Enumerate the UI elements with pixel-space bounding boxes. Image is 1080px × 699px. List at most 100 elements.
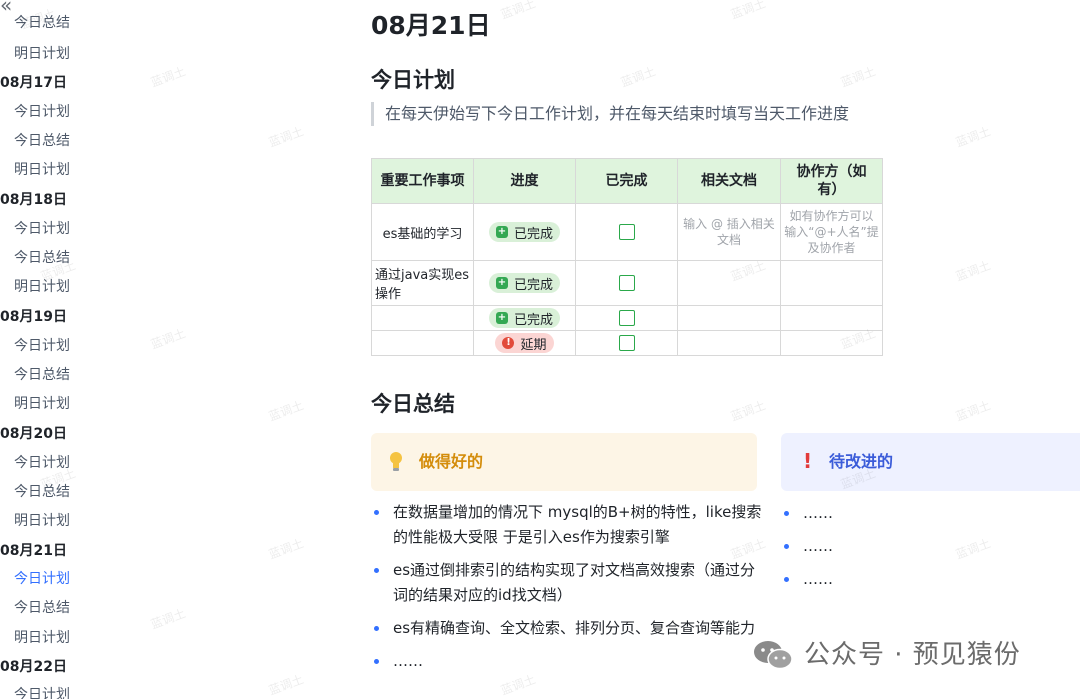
sidebar-item-summary[interactable]: 今日总结 <box>14 483 70 501</box>
list-item[interactable]: …… <box>371 649 763 674</box>
exclamation-icon: ! <box>803 449 813 473</box>
wechat-account-name: 公众号 · 预见猿份 <box>804 640 1021 670</box>
collab-cell[interactable] <box>780 260 883 306</box>
doc-hint: 输入 @ 插入相关文档 <box>683 217 775 247</box>
doc-cell[interactable]: 输入 @ 插入相关文档 <box>677 203 781 261</box>
task-cell[interactable]: es基础的学习 <box>371 203 474 261</box>
plan-quote: 在每天伊始写下今日工作计划，并在每天结束时填写当天工作进度 <box>371 102 849 126</box>
status-done-icon: + <box>495 277 508 289</box>
column-header: 协作方（如有） <box>780 158 883 204</box>
watermark: 蓝调土 <box>266 398 306 424</box>
sidebar-date-0822[interactable]: 08月22日 <box>0 658 67 676</box>
column-header: 进度 <box>473 158 576 204</box>
wechat-icon <box>754 641 793 670</box>
task-cell[interactable] <box>371 330 474 356</box>
sidebar-item-plan[interactable]: 今日计划 <box>14 103 70 121</box>
collab-cell[interactable] <box>780 330 883 356</box>
plan-table: 重要工作事项 进度 已完成 相关文档 协作方（如有） es基础的学习 + 已完成 … <box>371 158 883 356</box>
done-checkbox[interactable] <box>618 224 635 240</box>
list-item[interactable]: …… <box>781 567 1080 592</box>
good-callout[interactable]: 做得好的 <box>371 433 757 491</box>
table-row: + 已完成 <box>371 305 883 331</box>
column-header: 已完成 <box>575 158 678 204</box>
status-done-icon: + <box>495 312 508 324</box>
list-item[interactable]: …… <box>781 501 1080 526</box>
sidebar-date-0817[interactable]: 08月17日 <box>0 74 67 92</box>
list-item[interactable]: 在数据量增加的情况下 mysql的B+树的特性，like搜索的性能极大受限 于是… <box>371 500 763 550</box>
sidebar-date-0821[interactable]: 08月21日 <box>0 542 67 560</box>
done-cell <box>575 203 678 261</box>
status-cell[interactable]: ! 延期 <box>473 330 576 356</box>
status-cell[interactable]: + 已完成 <box>473 260 576 306</box>
sidebar-date-0819[interactable]: 08月19日 <box>0 308 67 326</box>
sidebar-item-summary[interactable]: 今日总结 <box>14 599 70 617</box>
sidebar-date-0820[interactable]: 08月20日 <box>0 425 67 443</box>
status-cell[interactable]: + 已完成 <box>473 305 576 331</box>
watermark: 蓝调土 <box>148 606 188 632</box>
sidebar-item-tomorrow-plan[interactable]: 明日计划 <box>14 512 70 530</box>
sidebar-item-summary[interactable]: 今日总结 <box>14 249 70 267</box>
status-label: 延期 <box>520 337 547 353</box>
table-row: es基础的学习 + 已完成 输入 @ 插入相关文档 如有协作方可以输入“@+人名”… <box>371 203 883 261</box>
list-item[interactable]: …… <box>781 534 1080 559</box>
sidebar-item-plan-active[interactable]: 今日计划 <box>14 570 70 588</box>
done-cell <box>575 305 678 331</box>
sidebar-item-plan[interactable]: 今日计划 <box>14 686 70 699</box>
improve-callout-title: 待改进的 <box>829 452 894 471</box>
summary-heading: 今日总结 <box>371 392 455 416</box>
doc-cell[interactable] <box>677 305 781 331</box>
page-title: 08月21日 <box>371 11 491 40</box>
improve-callout[interactable]: ! 待改进的 <box>781 433 1080 491</box>
sidebar-item-tomorrow-plan[interactable]: 明日计划 <box>14 278 70 296</box>
sidebar-item-summary[interactable]: 今日总结 <box>14 132 70 150</box>
status-tag[interactable]: ! 延期 <box>495 333 554 353</box>
collapse-sidebar-icon[interactable]: « <box>0 0 12 16</box>
watermark: 蓝调土 <box>148 326 188 352</box>
good-callout-title: 做得好的 <box>419 452 484 471</box>
sidebar-item-tomorrow-plan[interactable]: 明日计划 <box>14 161 70 179</box>
lightbulb-icon <box>390 452 402 471</box>
watermark: 蓝调土 <box>266 672 306 698</box>
done-checkbox[interactable] <box>618 275 635 291</box>
doc-cell[interactable] <box>677 330 781 356</box>
sidebar-item-plan[interactable]: 今日计划 <box>14 220 70 238</box>
table-row: ! 延期 <box>371 330 883 356</box>
sidebar-item-tomorrow-plan[interactable]: 明日计划 <box>14 45 70 63</box>
status-tag[interactable]: + 已完成 <box>488 273 560 293</box>
sidebar-date-0818[interactable]: 08月18日 <box>0 191 67 209</box>
task-cell[interactable]: 通过java实现es操作 <box>371 260 474 306</box>
document-body: 08月21日 今日计划 在每天伊始写下今日工作计划，并在每天结束时填写当天工作进… <box>371 0 1080 699</box>
status-tag[interactable]: + 已完成 <box>488 308 560 328</box>
collab-hint: 如有协作方可以输入“@+人名”提及协作者 <box>784 209 879 255</box>
watermark: 蓝调土 <box>148 64 188 90</box>
sidebar-item-plan[interactable]: 今日计划 <box>14 454 70 472</box>
watermark: 蓝调土 <box>266 124 306 150</box>
sidebar-outline: « 今日总结 明日计划 08月17日 今日计划 今日总结 明日计划 08月18日… <box>0 0 150 699</box>
wechat-account-badge: 公众号 · 预见猿份 <box>752 638 1021 672</box>
plan-heading: 今日计划 <box>371 68 455 92</box>
list-item[interactable]: es有精确查询、全文检索、排列分页、复合查询等能力 <box>371 616 763 641</box>
collab-cell[interactable]: 如有协作方可以输入“@+人名”提及协作者 <box>780 203 883 261</box>
done-checkbox[interactable] <box>618 310 635 326</box>
doc-cell[interactable] <box>677 260 781 306</box>
sidebar-item-plan[interactable]: 今日计划 <box>14 337 70 355</box>
status-label: 已完成 <box>513 312 553 328</box>
done-cell <box>575 330 678 356</box>
sidebar-item-tomorrow-plan[interactable]: 明日计划 <box>14 629 70 647</box>
sidebar-item-summary[interactable]: 今日总结 <box>14 14 70 32</box>
status-cell[interactable]: + 已完成 <box>473 203 576 261</box>
status-label: 已完成 <box>513 226 553 242</box>
sidebar-item-summary[interactable]: 今日总结 <box>14 366 70 384</box>
status-tag[interactable]: + 已完成 <box>488 222 560 242</box>
good-list: 在数据量增加的情况下 mysql的B+树的特性，like搜索的性能极大受限 于是… <box>371 500 763 682</box>
done-checkbox[interactable] <box>618 335 635 351</box>
status-label: 已完成 <box>513 277 553 293</box>
done-cell <box>575 260 678 306</box>
collab-cell[interactable] <box>780 305 883 331</box>
column-header: 相关文档 <box>677 158 781 204</box>
task-cell[interactable] <box>371 305 474 331</box>
watermark: 蓝调土 <box>266 536 306 562</box>
list-item[interactable]: es通过倒排索引的结构实现了对文档高效搜索（通过分词的结果对应的id找文档） <box>371 558 763 608</box>
table-header-row: 重要工作事项 进度 已完成 相关文档 协作方（如有） <box>371 158 883 204</box>
sidebar-item-tomorrow-plan[interactable]: 明日计划 <box>14 395 70 413</box>
